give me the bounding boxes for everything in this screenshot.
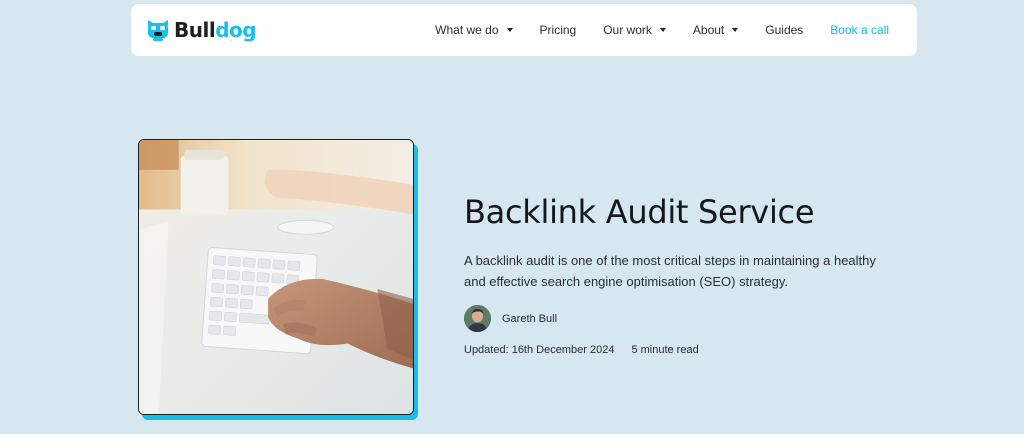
- nav-our-work[interactable]: Our work: [603, 23, 666, 37]
- caret-down-icon: [732, 28, 739, 32]
- nav-guides[interactable]: Guides: [765, 23, 803, 37]
- nav-pricing[interactable]: Pricing: [540, 23, 577, 37]
- hero-image: [138, 139, 414, 415]
- nav-about[interactable]: About: [692, 23, 739, 37]
- caret-down-icon: [506, 28, 513, 32]
- keyboard-typing-photo: [139, 140, 413, 414]
- logo-link[interactable]: Bulldog: [145, 17, 257, 43]
- nav-label: Our work: [603, 23, 652, 37]
- page-title: Backlink Audit Service: [464, 193, 815, 231]
- nav-label: Pricing: [539, 23, 577, 37]
- cta-label: Book a call: [830, 23, 889, 37]
- read-time: 5 minute read: [631, 344, 699, 356]
- hero-image-card: [138, 139, 418, 420]
- bulldog-mascot-icon: [148, 20, 168, 41]
- site-header: Bulldog What we do Pricing Our work Abou…: [131, 4, 917, 56]
- nav-label: About: [692, 23, 725, 37]
- page-description: A backlink audit is one of the most crit…: [464, 253, 876, 289]
- nav-label: What we do: [435, 23, 499, 37]
- author-name[interactable]: Gareth Bull: [502, 313, 557, 325]
- page: Bulldog What we do Pricing Our work Abou…: [0, 0, 1024, 434]
- nav-label: Guides: [765, 23, 804, 37]
- logo-text: Bulldog: [174, 18, 257, 42]
- nav-what-we-do[interactable]: What we do: [435, 23, 513, 37]
- book-a-call-link[interactable]: Book a call: [830, 23, 889, 37]
- author: Gareth Bull: [464, 305, 904, 332]
- hero-content: Backlink Audit Service A backlink audit …: [464, 192, 904, 356]
- person-avatar-icon: [464, 305, 491, 332]
- updated-date: Updated: 16th December 2024: [464, 344, 615, 356]
- main-nav: What we do Pricing Our work About Guides…: [435, 23, 889, 37]
- caret-down-icon: [659, 28, 666, 32]
- article-meta: Updated: 16th December 2024 5 minute rea…: [464, 344, 904, 356]
- author-avatar[interactable]: [464, 305, 491, 332]
